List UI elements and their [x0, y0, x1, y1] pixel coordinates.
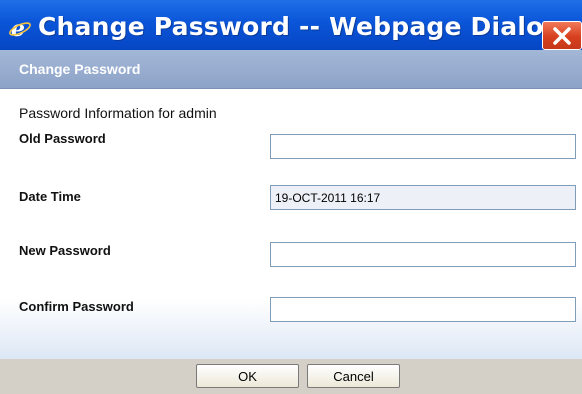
- dialog-header-title: Change Password: [19, 61, 141, 77]
- cancel-button[interactable]: Cancel: [307, 364, 400, 388]
- confirm-password-field[interactable]: [270, 297, 576, 322]
- dialog-footer: OK Cancel: [0, 359, 582, 394]
- old-password-label: Old Password: [19, 131, 106, 146]
- window-title: Change Password -- Webpage Dialog: [38, 12, 562, 41]
- window-titlebar: e Change Password -- Webpage Dialog: [0, 0, 582, 50]
- confirm-password-label: Confirm Password: [19, 299, 134, 314]
- date-time-label: Date Time: [19, 189, 81, 204]
- dialog-header: Change Password: [0, 50, 582, 89]
- ie-icon: e: [8, 16, 32, 42]
- date-time-field[interactable]: [270, 185, 576, 210]
- old-password-field[interactable]: [270, 134, 576, 159]
- password-info-label: Password Information for admin: [19, 105, 217, 121]
- new-password-label: New Password: [19, 243, 111, 258]
- close-icon: [553, 27, 571, 45]
- close-button[interactable]: [542, 21, 582, 50]
- new-password-field[interactable]: [270, 242, 576, 267]
- ok-button[interactable]: OK: [196, 364, 299, 388]
